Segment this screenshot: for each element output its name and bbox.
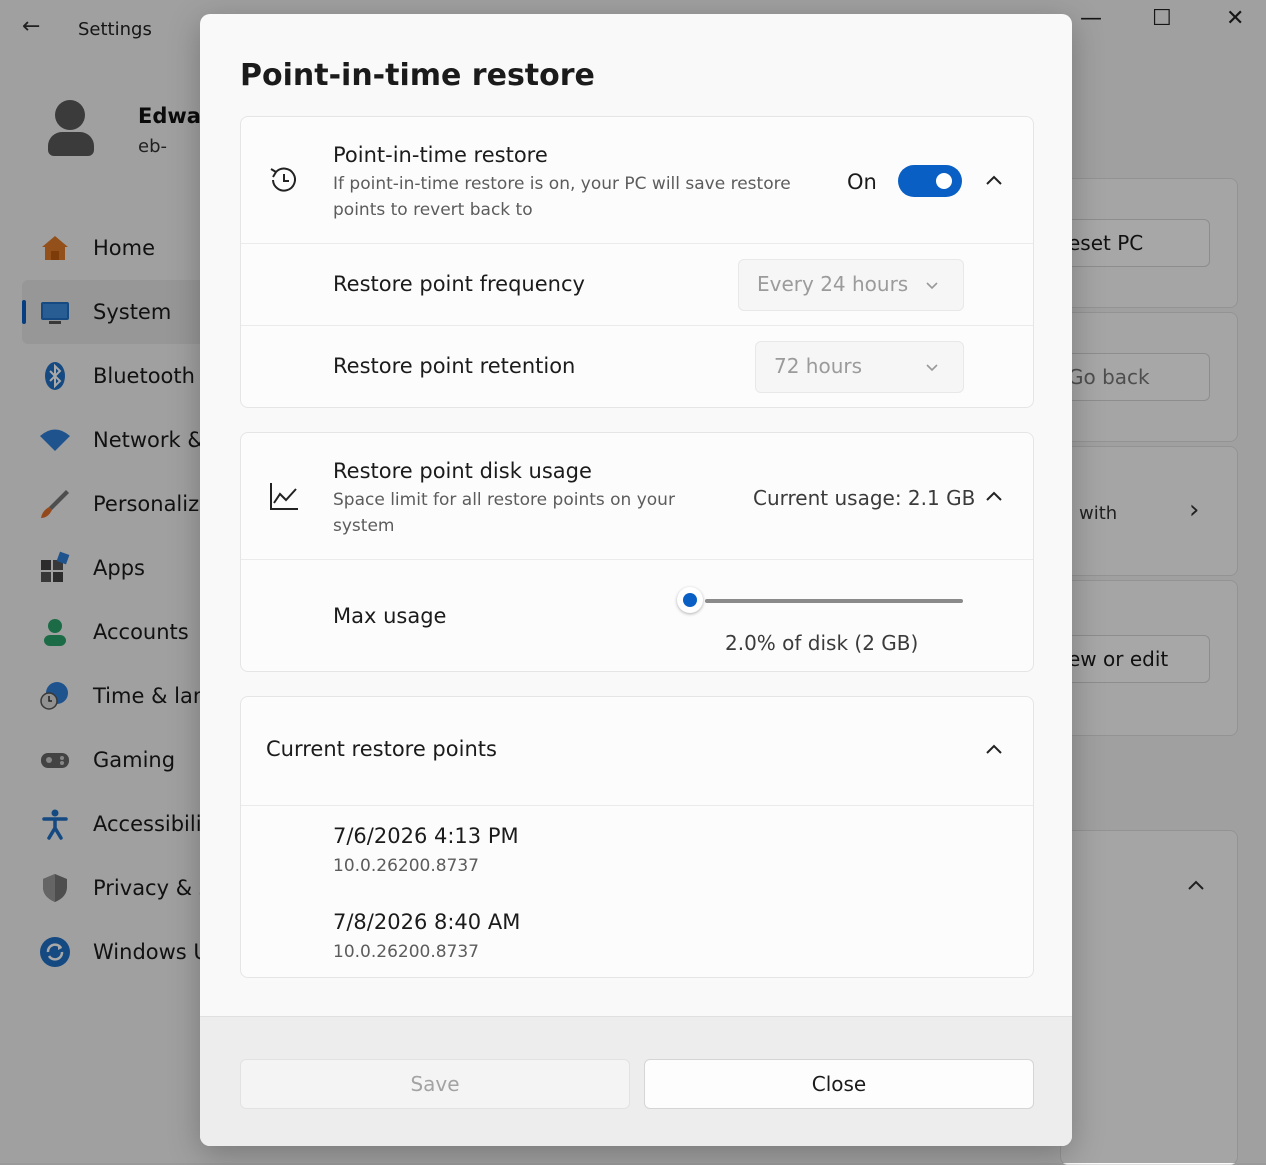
frequency-row: Restore point frequency Every 24 hours xyxy=(241,243,1033,326)
frequency-label: Restore point frequency xyxy=(333,272,585,296)
save-button[interactable]: Save xyxy=(240,1059,630,1109)
disk-usage-title: Restore point disk usage xyxy=(333,459,592,483)
disk-usage-description: Space limit for all restore points on yo… xyxy=(333,490,675,536)
restore-point-version: 10.0.26200.8737 xyxy=(333,856,480,876)
dialog-title: Point-in-time restore xyxy=(240,58,595,93)
chart-line-icon xyxy=(270,483,298,510)
close-button[interactable]: Close xyxy=(644,1059,1034,1109)
pitr-card: Point-in-time restore If point-in-time r… xyxy=(240,116,1034,408)
restore-point-date: 7/8/2026 8:40 AM xyxy=(333,910,521,934)
retention-label: Restore point retention xyxy=(333,354,576,378)
restore-point-date: 7/6/2026 4:13 PM xyxy=(333,824,519,848)
disk-usage-card: Restore point disk usage Space limit for… xyxy=(240,432,1034,672)
max-usage-slider-thumb[interactable] xyxy=(677,587,703,613)
pitr-toggle[interactable] xyxy=(898,165,962,197)
pitr-row: Point-in-time restore If point-in-time r… xyxy=(241,117,1033,243)
restore-points-card: Current restore points 7/6/2026 4:13 PM … xyxy=(240,696,1034,978)
max-usage-slider-track[interactable] xyxy=(705,599,963,603)
chevron-up-icon[interactable] xyxy=(983,170,1005,192)
retention-value: 72 hours xyxy=(774,354,863,378)
history-icon xyxy=(270,167,296,192)
current-usage: Current usage: 2.1 GB xyxy=(753,486,976,510)
chevron-down-icon xyxy=(926,282,938,290)
dialog-footer: Save Close xyxy=(200,1016,1072,1146)
restore-point-version: 10.0.26200.8737 xyxy=(333,942,480,962)
restore-points-header: Current restore points xyxy=(241,697,1033,805)
restore-points-title: Current restore points xyxy=(266,737,497,761)
max-usage-value: 2.0% of disk (2 GB) xyxy=(725,631,919,655)
restore-dialog: Point-in-time restore Point-in-time rest… xyxy=(200,14,1072,1146)
chevron-down-icon xyxy=(926,364,938,372)
chevron-up-icon[interactable] xyxy=(983,739,1005,761)
frequency-dropdown[interactable]: Every 24 hours xyxy=(738,259,964,311)
max-usage-row: Max usage xyxy=(241,559,1033,672)
toggle-state-label: On xyxy=(847,170,877,194)
max-usage-label: Max usage xyxy=(333,604,447,628)
pitr-description: If point-in-time restore is on, your PC … xyxy=(333,174,791,220)
pitr-title: Point-in-time restore xyxy=(333,143,548,167)
frequency-value: Every 24 hours xyxy=(757,272,909,296)
retention-dropdown[interactable]: 72 hours xyxy=(755,341,964,393)
restore-points-list: 7/6/2026 4:13 PM 10.0.26200.8737 7/8/202… xyxy=(241,805,1033,978)
disk-usage-row: Restore point disk usage Space limit for… xyxy=(241,433,1033,559)
chevron-up-icon[interactable] xyxy=(983,486,1005,508)
toggle-knob xyxy=(936,173,952,189)
retention-row: Restore point retention 72 hours xyxy=(241,325,1033,408)
